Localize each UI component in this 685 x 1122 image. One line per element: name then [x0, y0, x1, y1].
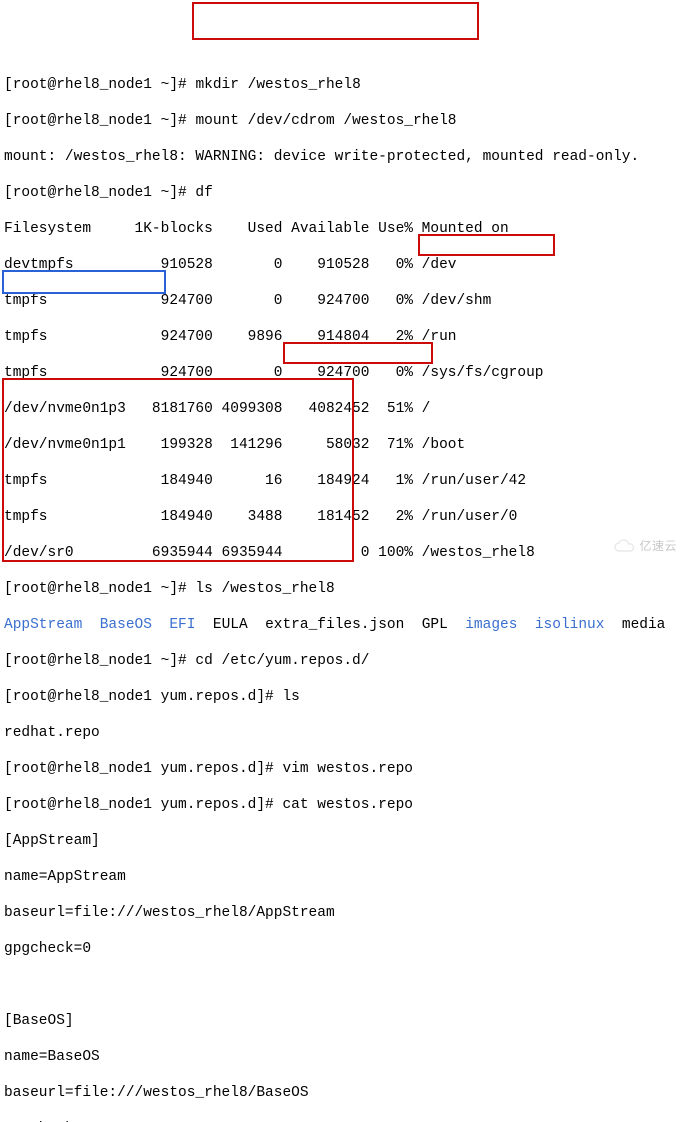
terminal-line: [root@rhel8_node1 ~]# ls /westos_rhel8 [4, 580, 681, 598]
dir-efi: EFI [169, 617, 195, 633]
repo-line: [AppStream] [4, 832, 681, 850]
command-text: mount /dev/cdrom /westos_rhel8 [195, 113, 456, 129]
ls-files: EULA extra_files.json GPL [195, 617, 465, 633]
terminal-line: [root@rhel8_node1 ~]# mount /dev/cdrom /… [4, 112, 681, 130]
command-text: vim westos.repo [282, 761, 413, 777]
df-row: tmpfs 184940 3488 181452 2% /run/user/0 [4, 508, 681, 526]
repo-line: gpgcheck=0 [4, 940, 681, 958]
terminal-line: [root@rhel8_node1 ~]# mkdir /westos_rhel… [4, 76, 681, 94]
shell-prompt: [root@rhel8_node1 ~]# [4, 113, 195, 129]
repo-line: name=AppStream [4, 868, 681, 886]
ls-media: media [604, 617, 665, 633]
df-row: tmpfs 924700 0 924700 0% /dev/shm [4, 292, 681, 310]
ls-output: redhat.repo [4, 724, 681, 742]
df-row: tmpfs 184940 16 184924 1% /run/user/42 [4, 472, 681, 490]
df-row: /dev/sr0 6935944 6935944 0 100% /westos_… [4, 544, 681, 562]
df-header: Filesystem 1K-blocks Used Available Use%… [4, 220, 681, 238]
dir-baseos: BaseOS [100, 617, 152, 633]
watermark-text: 亿速云 [639, 537, 677, 555]
repo-line: baseurl=file:///westos_rhel8/BaseOS [4, 1084, 681, 1102]
terminal-line: [root@rhel8_node1 ~]# cd /etc/yum.repos.… [4, 652, 681, 670]
df-row-mount: /westos_rhel8 [413, 545, 535, 561]
ls-output: AppStream BaseOS EFI EULA extra_files.js… [4, 616, 681, 634]
command-text: mkdir /westos_rhel8 [195, 77, 360, 93]
df-row: /dev/nvme0n1p3 8181760 4099308 4082452 5… [4, 400, 681, 418]
shell-prompt: [root@rhel8_node1 ~]# [4, 77, 195, 93]
repo-line: gpgcheck=0 [4, 1120, 681, 1122]
watermark: 亿速云 [613, 537, 677, 555]
terminal-line: [root@rhel8_node1 yum.repos.d]# vim west… [4, 760, 681, 778]
terminal-line: [root@rhel8_node1 yum.repos.d]# cat west… [4, 796, 681, 814]
terminal-line: [root@rhel8_node1 yum.repos.d]# ls [4, 688, 681, 706]
terminal-line: [root@rhel8_node1 ~]# df [4, 184, 681, 202]
shell-prompt: [root@rhel8_node1 yum.repos.d]# [4, 761, 282, 777]
repo-line: baseurl=file:///westos_rhel8/AppStream [4, 904, 681, 922]
df-row-left: /dev/sr0 6935944 6935944 0 100% [4, 545, 413, 561]
dir-images: images [465, 617, 517, 633]
repo-line: [BaseOS] [4, 1012, 681, 1030]
df-row: devtmpfs 910528 0 910528 0% /dev [4, 256, 681, 274]
df-row: tmpfs 924700 9896 914804 2% /run [4, 328, 681, 346]
repo-line: name=BaseOS [4, 1048, 681, 1066]
dir-appstream: AppStream [4, 617, 82, 633]
dir-isolinux: isolinux [535, 617, 605, 633]
df-row: /dev/nvme0n1p1 199328 141296 58032 71% /… [4, 436, 681, 454]
cloud-icon [613, 539, 635, 553]
highlight-mkdir-mount [192, 2, 479, 40]
df-row: tmpfs 924700 0 924700 0% /sys/fs/cgroup [4, 364, 681, 382]
terminal-line: mount: /westos_rhel8: WARNING: device wr… [4, 148, 681, 166]
